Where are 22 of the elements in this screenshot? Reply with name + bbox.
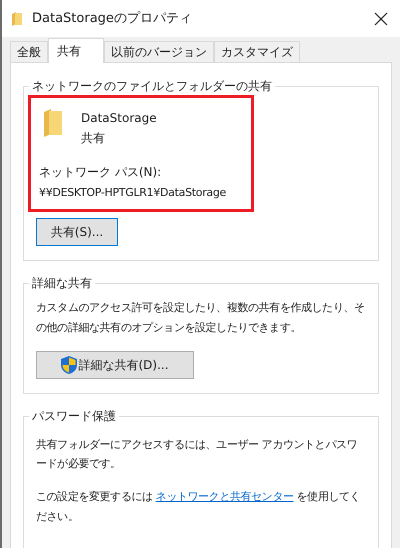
group-legend: 詳細な共有 <box>29 274 95 292</box>
advanced-sharing-description: カスタムのアクセス許可を設定したり、複数の共有を作成したり、その他の詳細な共有のオプションを設定したりできます。 <box>36 300 366 336</box>
window-title: DataStorageのプロパティ <box>32 10 192 28</box>
tab[interactable]: カスタマイズ <box>214 41 300 62</box>
tab[interactable]: 共有 <box>48 38 104 63</box>
group-legend: ネットワークのファイルとフォルダーの共有 <box>29 77 275 95</box>
shield-icon <box>61 356 78 374</box>
password-description: 共有フォルダーにアクセスするには、ユーザー アカウントとパスワードが必要です。 <box>36 437 358 472</box>
folder-icon <box>43 108 63 138</box>
network-path-label: ネットワーク パス(N): <box>39 164 162 181</box>
network-path: ¥¥DESKTOP-HPTGLR1¥DataStorage <box>39 185 226 201</box>
tab[interactable]: 以前のバージョン <box>104 41 214 62</box>
folder-name: DataStorage <box>81 110 157 127</box>
close-icon <box>374 12 388 26</box>
group-legend: パスワード保護 <box>29 407 119 425</box>
folder-icon <box>12 12 22 26</box>
share-status: 共有 <box>81 130 106 147</box>
share-button[interactable]: 共有(S)... <box>36 218 118 246</box>
advanced-sharing-button[interactable]: 詳細な共有(D)... <box>36 351 194 379</box>
tab[interactable]: 全般 <box>10 41 48 62</box>
settings-note: この設定を変更するには ネットワークと共有センター を使用してください。 <box>36 489 362 525</box>
network-sharing-center-link[interactable]: ネットワークと共有センター <box>156 490 294 503</box>
